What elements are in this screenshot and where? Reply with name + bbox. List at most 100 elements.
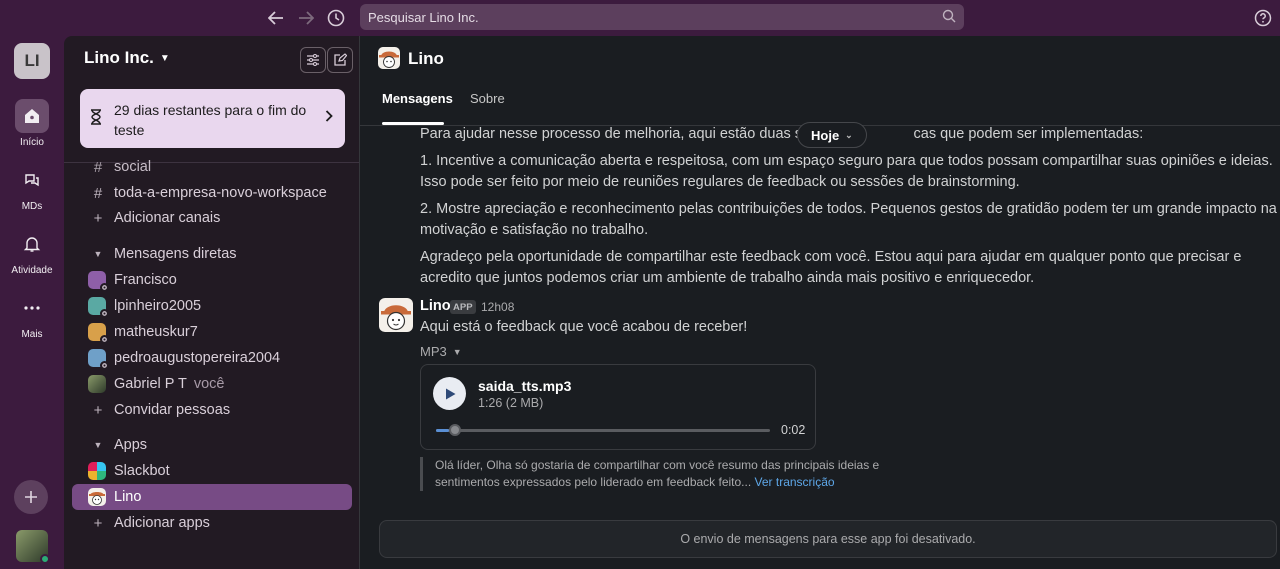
dms-icon [15, 163, 49, 197]
search-icon [942, 9, 956, 26]
view-transcript-link[interactable]: Ver transcrição [755, 475, 835, 489]
compose-icon [334, 53, 347, 66]
help-icon[interactable] [1252, 7, 1274, 29]
audio-scrubber-handle[interactable] [449, 424, 462, 436]
bell-icon [15, 227, 49, 261]
invite-people-button[interactable]: + Convidar pessoas [72, 397, 352, 423]
add-workspace-button[interactable] [14, 480, 48, 514]
forward-arrow-icon[interactable] [295, 7, 317, 29]
avatar [88, 323, 109, 344]
dm-item-self[interactable]: Gabriel P T você [72, 371, 352, 397]
dm-item-lpinheiro2005[interactable]: lpinheiro2005 [72, 293, 352, 319]
rail-item-more[interactable]: Mais [0, 291, 64, 340]
composer-disabled-notice: O envio de mensagens para esse app foi d… [379, 520, 1277, 558]
file-type-toggle[interactable]: MP3 ▼ [420, 344, 462, 359]
app-item-lino[interactable]: Lino [72, 484, 352, 510]
plus-icon: + [93, 514, 103, 532]
invite-label: Convidar pessoas [114, 402, 231, 418]
add-apps-button[interactable]: + Adicionar apps [72, 510, 352, 536]
presence-dot [40, 554, 50, 564]
sidebar-channel-toda-a-empresa[interactable]: # toda-a-empresa-novo-workspace [72, 180, 352, 206]
audio-attachment[interactable]: saida_tts.mp3 1:26 (2 MB) 0:02 [420, 364, 816, 450]
sliders-icon [307, 54, 319, 66]
message-timestamp[interactable]: 12h08 [481, 300, 514, 314]
dm-name: matheuskur7 [114, 324, 198, 340]
dm-item-matheuskur7[interactable]: matheuskur7 [72, 319, 352, 345]
section-direct-messages[interactable]: ▼ Mensagens diretas [72, 241, 352, 267]
workspace-name: Lino Inc. [84, 48, 154, 67]
tab-about[interactable]: Sobre [470, 91, 505, 106]
dm-name: Gabriel P T [114, 376, 187, 392]
trial-banner[interactable]: 29 dias restantes para o fim do teste [80, 89, 345, 148]
section-label: Mensagens diretas [114, 246, 237, 262]
channel-name: social [114, 159, 152, 175]
search-input[interactable]: Pesquisar Lino Inc. [360, 4, 964, 30]
composer-notice-text: O envio de mensagens para esse app foi d… [680, 532, 976, 546]
you-label: você [193, 376, 225, 392]
add-channels-label: Adicionar canais [114, 210, 221, 226]
message-body: Aqui está o feedback que você acabou de … [420, 319, 748, 335]
app-item-slackbot[interactable]: Slackbot [72, 458, 352, 484]
avatar [88, 375, 106, 393]
workspace-name-menu[interactable]: Lino Inc. ▼ [84, 48, 170, 68]
chevron-down-icon: ⌄ [845, 129, 853, 140]
plus-icon: + [93, 209, 103, 227]
audio-duration: 0:02 [781, 423, 806, 437]
top-bar: Pesquisar Lino Inc. [0, 0, 1280, 36]
file-name[interactable]: saida_tts.mp3 [478, 378, 571, 394]
app-name: Lino [114, 489, 142, 505]
search-placeholder: Pesquisar Lino Inc. [368, 9, 479, 25]
date-divider-button[interactable]: Hoje ⌄ [797, 122, 867, 148]
workspace-avatar[interactable]: LI [14, 43, 50, 79]
lino-avatar-icon [378, 47, 400, 69]
rail-item-home[interactable]: Início [0, 99, 64, 148]
add-channels-button[interactable]: + Adicionar canais [72, 205, 352, 231]
main-panel: Lino Mensagens Sobre Para ajudar nesse p… [360, 36, 1280, 569]
rail-label: Mais [21, 329, 43, 340]
avatar [88, 271, 109, 292]
sidebar-channel-social[interactable]: # social [72, 154, 352, 180]
rail-item-dms[interactable]: MDs [0, 163, 64, 212]
section-apps[interactable]: ▼ Apps [72, 432, 352, 458]
message-avatar[interactable] [379, 298, 413, 332]
app-badge: APP [450, 300, 476, 314]
plus-icon: + [93, 401, 103, 419]
rail-label: MDs [21, 201, 43, 212]
date-label: Hoje [811, 127, 840, 143]
rail-item-activity[interactable]: Atividade [0, 227, 64, 276]
dm-name: pedroaugustopereira2004 [114, 350, 281, 366]
audio-progress-fill [436, 429, 450, 432]
play-button[interactable] [433, 377, 466, 410]
sidebar: Lino Inc. ▼ 29 dias restantes para o fim… [64, 36, 360, 569]
channel-title[interactable]: Lino [408, 49, 444, 69]
filter-settings-button[interactable] [300, 47, 326, 73]
avatar [88, 349, 109, 370]
tab-messages[interactable]: Mensagens [382, 91, 453, 106]
back-arrow-icon[interactable] [265, 7, 287, 29]
message-author[interactable]: Lino [420, 298, 451, 314]
new-message-button[interactable] [327, 47, 353, 73]
avatar [88, 297, 109, 318]
trial-text: 29 dias restantes para o fim do teste [114, 102, 307, 138]
audio-progress-track[interactable] [436, 424, 770, 436]
history-clock-icon[interactable] [325, 7, 347, 29]
transcript-preview: Olá líder, Olha só gostaria de compartil… [420, 457, 900, 491]
lino-avatar-icon [88, 488, 106, 506]
dm-item-pedroaugustopereira2004[interactable]: pedroaugustopereira2004 [72, 345, 352, 371]
rail-label: Atividade [11, 265, 53, 276]
app-name: Slackbot [114, 463, 170, 479]
hourglass-icon [90, 109, 102, 128]
message-paragraph: 2. Mostre apreciação e reconhecimento pe… [420, 201, 1277, 238]
channel-header: Lino Mensagens Sobre [360, 36, 1280, 126]
dm-name: Francisco [114, 272, 177, 288]
dm-name: lpinheiro2005 [114, 298, 202, 314]
rail-label: Início [20, 137, 44, 148]
plus-icon [25, 491, 37, 503]
file-type-label: MP3 [420, 344, 447, 359]
message-paragraph: Agradeço pela oportunidade de compartilh… [420, 249, 1242, 286]
message-paragraph: 1. Incentive a comunicação aberta e resp… [420, 153, 1273, 190]
hash-icon: # [93, 158, 103, 176]
chevron-down-icon: ▼ [159, 52, 170, 64]
dm-item-francisco[interactable]: Francisco [72, 267, 352, 293]
section-label: Apps [114, 437, 148, 453]
